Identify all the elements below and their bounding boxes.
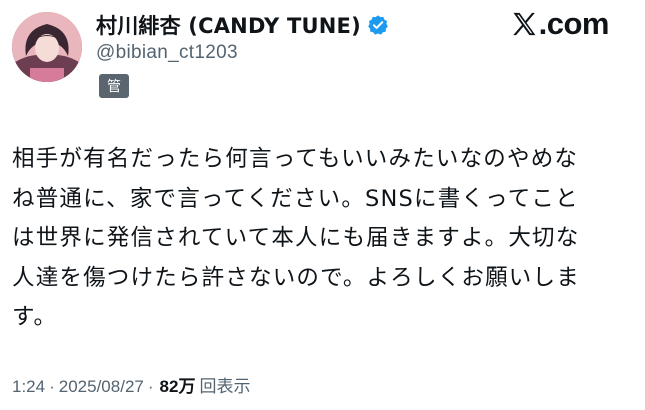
verified-badge-icon xyxy=(367,14,389,36)
meta-separator: · xyxy=(147,377,154,396)
meta-separator: · xyxy=(49,377,55,396)
post-meta: 1:24 · 2025/08/27 · 82万 回表示 xyxy=(12,372,250,397)
author-handle[interactable]: @bibian_ct1203 xyxy=(96,42,238,64)
post-text: 相手が有名だったら何言ってもいいみたいなのやめな ね普通に、家で言ってください。… xyxy=(12,146,580,330)
x-com-brand: .com xyxy=(510,6,610,42)
author-name-row: 村川緋杏 (CANDY TUNE) xyxy=(96,10,389,40)
affiliation-badge: 管 xyxy=(99,74,129,98)
profile-avatar[interactable] xyxy=(12,12,82,82)
post-date[interactable]: 2025/08/27 xyxy=(59,377,144,397)
views-count: 82万 xyxy=(159,377,196,396)
post-card: 村川緋杏 (CANDY TUNE) @bibian_ct1203 管 .com … xyxy=(0,0,645,410)
author-display-name[interactable]: 村川緋杏 (CANDY TUNE) xyxy=(96,10,361,40)
brand-text: .com xyxy=(538,6,610,41)
x-logo-icon xyxy=(512,12,536,36)
views-label: 回表示 xyxy=(199,377,251,396)
avatar-image xyxy=(12,12,82,82)
post-time[interactable]: 1:24 xyxy=(12,377,45,397)
